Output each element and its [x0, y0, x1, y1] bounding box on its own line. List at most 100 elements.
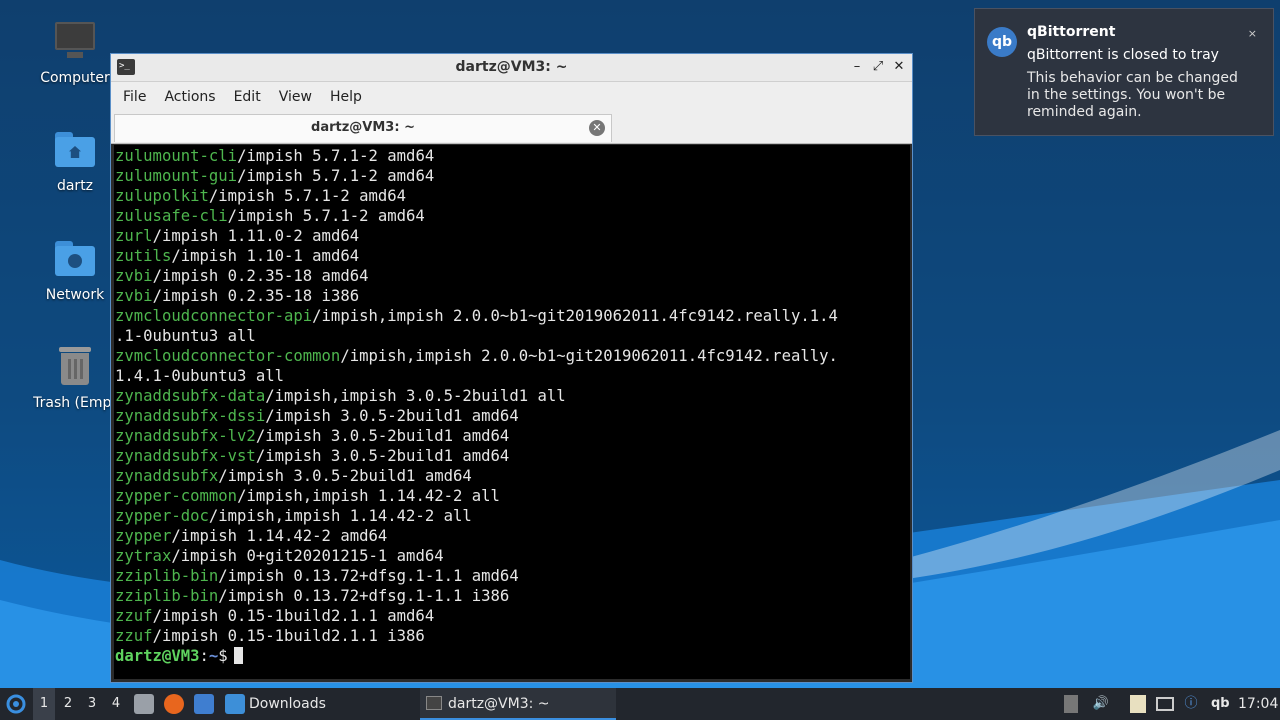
clipboard-tray-icon[interactable] — [1064, 695, 1078, 713]
task-terminal-label: dartz@VM3: ~ — [448, 696, 550, 712]
package-details: /impish 0.15-1build2.1.1 amd64 — [152, 607, 435, 625]
notification-popup[interactable]: qb qBittorrent qBittorrent is closed to … — [974, 8, 1274, 136]
terminal-line: 1.4.1-0ubuntu3 all — [115, 366, 910, 386]
package-name: zulupolkit — [115, 187, 209, 205]
package-details: /impish 3.0.5-2build1 amd64 — [255, 427, 510, 445]
workspace-4[interactable]: 4 — [105, 688, 127, 720]
menu-edit[interactable]: Edit — [228, 89, 273, 105]
start-menu-icon — [6, 694, 26, 714]
package-details: /impish 5.7.1-2 amd64 — [237, 167, 435, 185]
package-name: zvbi — [115, 287, 153, 305]
menu-bar: File Actions Edit View Help — [111, 82, 912, 112]
text-cursor — [233, 647, 243, 664]
workspace-2[interactable]: 2 — [57, 688, 79, 720]
prompt-path: ~ — [208, 647, 219, 665]
updates-tray-icon[interactable]: ⓘ — [1182, 695, 1200, 713]
terminal-line: zvbi/impish 0.2.35-18 i386 — [115, 286, 910, 306]
package-details: /impish 0.2.35-18 i386 — [152, 287, 360, 305]
package-details: /impish 0.13.72+dfsg.1-1.1 amd64 — [218, 567, 519, 585]
package-details: 1.4.1-0ubuntu3 all — [115, 367, 284, 385]
package-details: /impish,impish 1.14.42-2 all — [237, 487, 500, 505]
network-tray-icon[interactable] — [1156, 697, 1174, 711]
package-name: zynaddsubfx-dssi — [115, 407, 266, 425]
package-name: zzuf — [115, 607, 153, 625]
menu-help[interactable]: Help — [324, 89, 374, 105]
package-name: zvmcloudconnector-common — [115, 347, 341, 365]
file-manager-icon[interactable] — [134, 694, 154, 714]
notification-close-icon[interactable]: × — [1248, 27, 1257, 40]
terminal-tab[interactable]: dartz@VM3: ~ ✕ — [114, 114, 612, 142]
package-details: /impish 3.0.5-2build1 amd64 — [265, 407, 519, 425]
task-terminal[interactable]: dartz@VM3: ~ — [420, 688, 616, 720]
package-details: /impish 5.7.1-2 amd64 — [227, 207, 425, 225]
package-details: /impish 1.10-1 amd64 — [171, 247, 360, 265]
close-icon[interactable]: ✕ — [890, 58, 908, 76]
workspace-1[interactable]: 1 — [33, 688, 55, 720]
terminal-line: zziplib-bin/impish 0.13.72+dfsg.1-1.1 i3… — [115, 586, 910, 606]
computer-icon — [53, 20, 97, 64]
notification-body: This behavior can be changed in the sett… — [1027, 70, 1238, 120]
terminal-output[interactable]: zulumount-cli/impish 5.7.1-2 amd64 zulumo… — [114, 145, 910, 679]
clock[interactable]: 17:04 — [1238, 688, 1278, 720]
volume-icon[interactable]: 🔊 — [1092, 695, 1110, 713]
package-name: zvbi — [115, 267, 153, 285]
terminal-line: zypper-common/impish,impish 1.14.42-2 al… — [115, 486, 910, 506]
minimize-icon[interactable]: – — [848, 58, 866, 76]
terminal-line: zypper/impish 1.14.42-2 amd64 — [115, 526, 910, 546]
notes-tray-icon[interactable] — [1130, 695, 1146, 713]
package-details: /impish 1.14.42-2 amd64 — [171, 527, 388, 545]
terminal-line: zynaddsubfx/impish 3.0.5-2build1 amd64 — [115, 466, 910, 486]
tab-close-icon[interactable]: ✕ — [589, 120, 605, 136]
package-name: zypper-doc — [115, 507, 209, 525]
prompt-symbol: $ — [218, 647, 228, 665]
package-details: /impish 5.7.1-2 amd64 — [237, 147, 435, 165]
terminal-line: zvmcloudconnector-api/impish,impish 2.0.… — [115, 306, 910, 326]
terminal-window[interactable]: >_ dartz@VM3: ~ – ⤢ ✕ File Actions Edit … — [110, 53, 913, 683]
terminal-line: zulumount-cli/impish 5.7.1-2 amd64 — [115, 146, 910, 166]
notification-summary: qBittorrent is closed to tray — [1027, 47, 1219, 63]
terminal-line: zzuf/impish 0.15-1build2.1.1 i386 — [115, 626, 910, 646]
menu-file[interactable]: File — [117, 89, 158, 105]
package-name: zypper-common — [115, 487, 238, 505]
terminal-line: zzuf/impish 0.15-1build2.1.1 amd64 — [115, 606, 910, 626]
taskbar: 1 2 3 4 Downloads dartz@VM3: ~ 🔊 ⓘ qb 17… — [0, 688, 1280, 720]
window-titlebar[interactable]: >_ dartz@VM3: ~ – ⤢ ✕ — [111, 54, 912, 82]
package-name: zytrax — [115, 547, 172, 565]
package-name: zynaddsubfx-vst — [115, 447, 256, 465]
package-details: /impish 0+git20201215-1 amd64 — [171, 547, 444, 565]
prompt-line[interactable]: dartz@VM3:~$ — [115, 646, 910, 666]
terminal-line: zziplib-bin/impish 0.13.72+dfsg.1-1.1 am… — [115, 566, 910, 586]
terminal-line: zypper-doc/impish,impish 1.14.42-2 all — [115, 506, 910, 526]
package-name: zulusafe-cli — [115, 207, 228, 225]
package-name: zynaddsubfx-lv2 — [115, 427, 256, 445]
notification-app-name: qBittorrent — [1027, 24, 1116, 40]
menu-view[interactable]: View — [273, 89, 324, 105]
package-details: /impish 0.2.35-18 amd64 — [152, 267, 369, 285]
menu-actions[interactable]: Actions — [158, 89, 227, 105]
terminal-line: zynaddsubfx-lv2/impish 3.0.5-2build1 amd… — [115, 426, 910, 446]
terminal-line: zynaddsubfx-data/impish,impish 3.0.5-2bu… — [115, 386, 910, 406]
prompt-colon: : — [199, 647, 209, 665]
terminal-line: zvbi/impish 0.2.35-18 amd64 — [115, 266, 910, 286]
package-details: /impish 3.0.5-2build1 amd64 — [218, 467, 472, 485]
firefox-icon[interactable] — [164, 694, 184, 714]
workspace-3[interactable]: 3 — [81, 688, 103, 720]
start-menu-button[interactable] — [4, 688, 28, 720]
package-details: /impish 5.7.1-2 amd64 — [208, 187, 407, 205]
maximize-icon[interactable]: ⤢ — [869, 58, 887, 76]
qbittorrent-tray-icon[interactable]: qb — [1211, 688, 1230, 720]
show-desktop-icon[interactable] — [194, 694, 214, 714]
terminal-line: zulupolkit/impish 5.7.1-2 amd64 — [115, 186, 910, 206]
terminal-line: zutils/impish 1.10-1 amd64 — [115, 246, 910, 266]
package-name: zynaddsubfx-data — [115, 387, 266, 405]
tab-bar: dartz@VM3: ~ ✕ — [111, 112, 912, 144]
terminal-line: zulumount-gui/impish 5.7.1-2 amd64 — [115, 166, 910, 186]
package-details: /impish 1.11.0-2 amd64 — [152, 227, 360, 245]
qbittorrent-icon: qb — [987, 27, 1017, 57]
window-title: dartz@VM3: ~ — [455, 59, 568, 75]
task-downloads[interactable]: Downloads — [249, 688, 326, 720]
package-name: zvmcloudconnector-api — [115, 307, 313, 325]
package-details: /impish 0.13.72+dfsg.1-1.1 i386 — [218, 587, 510, 605]
downloads-folder-icon[interactable] — [225, 694, 245, 714]
package-details: /impish 0.15-1build2.1.1 i386 — [152, 627, 425, 645]
